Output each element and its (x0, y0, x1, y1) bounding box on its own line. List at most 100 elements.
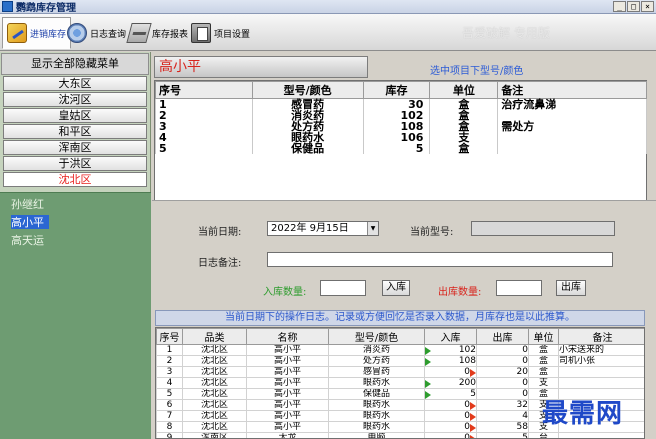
date-label: 当前日期: (198, 227, 242, 238)
log-hint: 当前日期下的操作日志。记录或方便回忆是否录入数据，月库存也是以此推算。 (155, 310, 645, 326)
cell: 32 (476, 399, 529, 411)
cell: 108 (424, 355, 477, 367)
cell: 7 (156, 410, 183, 422)
cell-text: 沈北区 (200, 421, 228, 432)
app-icon (2, 1, 13, 12)
cell-text: 眼药水 (362, 377, 390, 388)
column-header[interactable]: 序号 (156, 328, 183, 345)
tab-settings[interactable]: 项目设置 (186, 17, 255, 49)
close-button[interactable]: × (641, 1, 654, 12)
cell: 高小平 (246, 366, 329, 378)
column-header[interactable]: 备注 (558, 328, 644, 345)
cell-text: 0 (522, 377, 528, 388)
column-header[interactable]: 库存 (362, 81, 431, 99)
cell: 9 (156, 432, 183, 438)
cell: 沈北区 (182, 355, 247, 367)
cell-text: 高小平 (273, 388, 301, 399)
cell: 0 (424, 366, 477, 378)
in-quantity-input[interactable] (320, 280, 366, 296)
sidebar-item-district[interactable]: 沈河区 (3, 92, 147, 107)
table-row[interactable]: 4 沈北区 高小平 眼药水 200 0 支 (156, 377, 644, 389)
cell-text: 1 (166, 344, 173, 355)
note-input[interactable] (267, 252, 613, 267)
cell: 需处方 (497, 121, 647, 132)
column-header[interactable]: 序号 (155, 81, 253, 99)
list-item-person[interactable]: 高天运 (11, 232, 151, 250)
toolbar: 进销库存 日志查询 库存报表 项目设置 吾爱破解 专用版 (0, 14, 656, 51)
cell: 支 (528, 377, 559, 389)
column-header[interactable]: 出库 (476, 328, 529, 345)
column-header[interactable]: 品类 (182, 328, 247, 345)
column-header[interactable]: 入库 (424, 328, 477, 345)
cell: 沈北区 (182, 344, 247, 356)
out-quantity-input[interactable] (496, 280, 542, 296)
table-row[interactable]: 3 沈北区 高小平 感冒药 0 20 盒 (156, 366, 644, 378)
cell-text: 7 (166, 410, 173, 421)
chevron-down-icon[interactable]: ▼ (367, 222, 378, 235)
cell-text: 盒 (538, 366, 548, 377)
cell-text: 0 (464, 432, 470, 439)
cell-text: 沈北区 (200, 399, 228, 410)
cell (497, 143, 647, 154)
note-label: 日志备注: (198, 258, 242, 269)
cell: 0 (424, 432, 477, 439)
table-row[interactable]: 9 浑南区 太龙 电脑 0 5 台 (156, 432, 644, 439)
sidebar-item-district[interactable]: 和平区 (3, 124, 147, 139)
cell-text: 高小平 (273, 366, 301, 377)
cell: 20 (476, 366, 529, 378)
cell-text: 高小平 (273, 377, 301, 388)
tab-log-query[interactable]: 日志查询 (62, 17, 131, 49)
settings-icon (191, 23, 211, 43)
table-row[interactable]: 4 眼药水 106 支 (155, 132, 647, 143)
table-row[interactable]: 2 沈北区 高小平 处方药 108 0 盒 司机小张 (156, 355, 644, 367)
cell-text: 沈北区 (200, 377, 228, 388)
cell: 盒 (429, 143, 499, 154)
column-header[interactable]: 备注 (497, 81, 647, 99)
tab-report[interactable]: 库存报表 (124, 17, 193, 49)
column-header[interactable]: 型号/颜色 (251, 81, 364, 99)
title-bar: 鹦鹉库存管理 _ □ × (0, 0, 656, 14)
product-panel: 高小平 选中项目下型号/颜色 序号 型号/颜色 库存 单位 备注 1 感冒药 30 盒… (152, 52, 656, 227)
minimize-button[interactable]: _ (613, 1, 626, 12)
column-header[interactable]: 单位 (528, 328, 559, 345)
cell-text: 4 (166, 377, 173, 388)
list-item-person[interactable]: 孙继红 (11, 196, 151, 214)
cell: 5 (155, 143, 253, 154)
cell: 处方药 (328, 355, 425, 367)
cell: 盒 (528, 344, 559, 356)
out-stock-button[interactable]: 出库 (556, 280, 586, 296)
table-row[interactable]: 1 沈北区 高小平 消炎药 102 0 盒 小宋送来的 (156, 344, 644, 356)
toggle-menu-button[interactable]: 显示全部隐藏菜单 (1, 53, 149, 75)
cell-text: 盒 (538, 355, 548, 366)
date-value: 2022年 9月15日 (271, 223, 349, 234)
cell (558, 432, 644, 438)
list-item-person-selected[interactable]: 高小平 (11, 214, 151, 232)
cell (497, 132, 647, 143)
table-row[interactable]: 5 保健品 5 盒 (155, 143, 647, 154)
cell-text: 太龙 (278, 432, 297, 439)
maximize-button[interactable]: □ (627, 1, 640, 12)
tab-log-query-label: 日志查询 (90, 29, 127, 40)
cell: 沈北区 (182, 388, 247, 400)
column-header[interactable]: 型号/颜色 (328, 328, 425, 345)
cell (558, 377, 644, 389)
stock-out-arrow-icon (470, 434, 476, 438)
stock-io-icon (7, 23, 27, 43)
sidebar-item-district[interactable]: 皇姑区 (3, 108, 147, 123)
column-header[interactable]: 单位 (429, 81, 499, 99)
in-stock-button[interactable]: 入库 (382, 280, 410, 296)
cell: 沈北区 (182, 399, 247, 411)
sidebar-item-district-selected[interactable]: 沈北区 (3, 172, 147, 187)
cell: 高小平 (246, 399, 329, 411)
sidebar-item-district[interactable]: 大东区 (3, 76, 147, 91)
sidebar-item-district[interactable]: 于洪区 (3, 156, 147, 171)
tab-stock-io[interactable]: 进销库存 (2, 17, 72, 49)
cell-text: 处方药 (362, 355, 390, 366)
cell-text: 沈北区 (200, 388, 228, 399)
cell-text: 4 (522, 410, 528, 421)
sidebar-item-district[interactable]: 浑南区 (3, 140, 147, 155)
cell: 8 (156, 421, 183, 433)
date-picker[interactable]: 2022年 9月15日 ▼ (267, 221, 379, 236)
cell-text: 台 (538, 432, 548, 439)
column-header[interactable]: 名称 (246, 328, 329, 345)
